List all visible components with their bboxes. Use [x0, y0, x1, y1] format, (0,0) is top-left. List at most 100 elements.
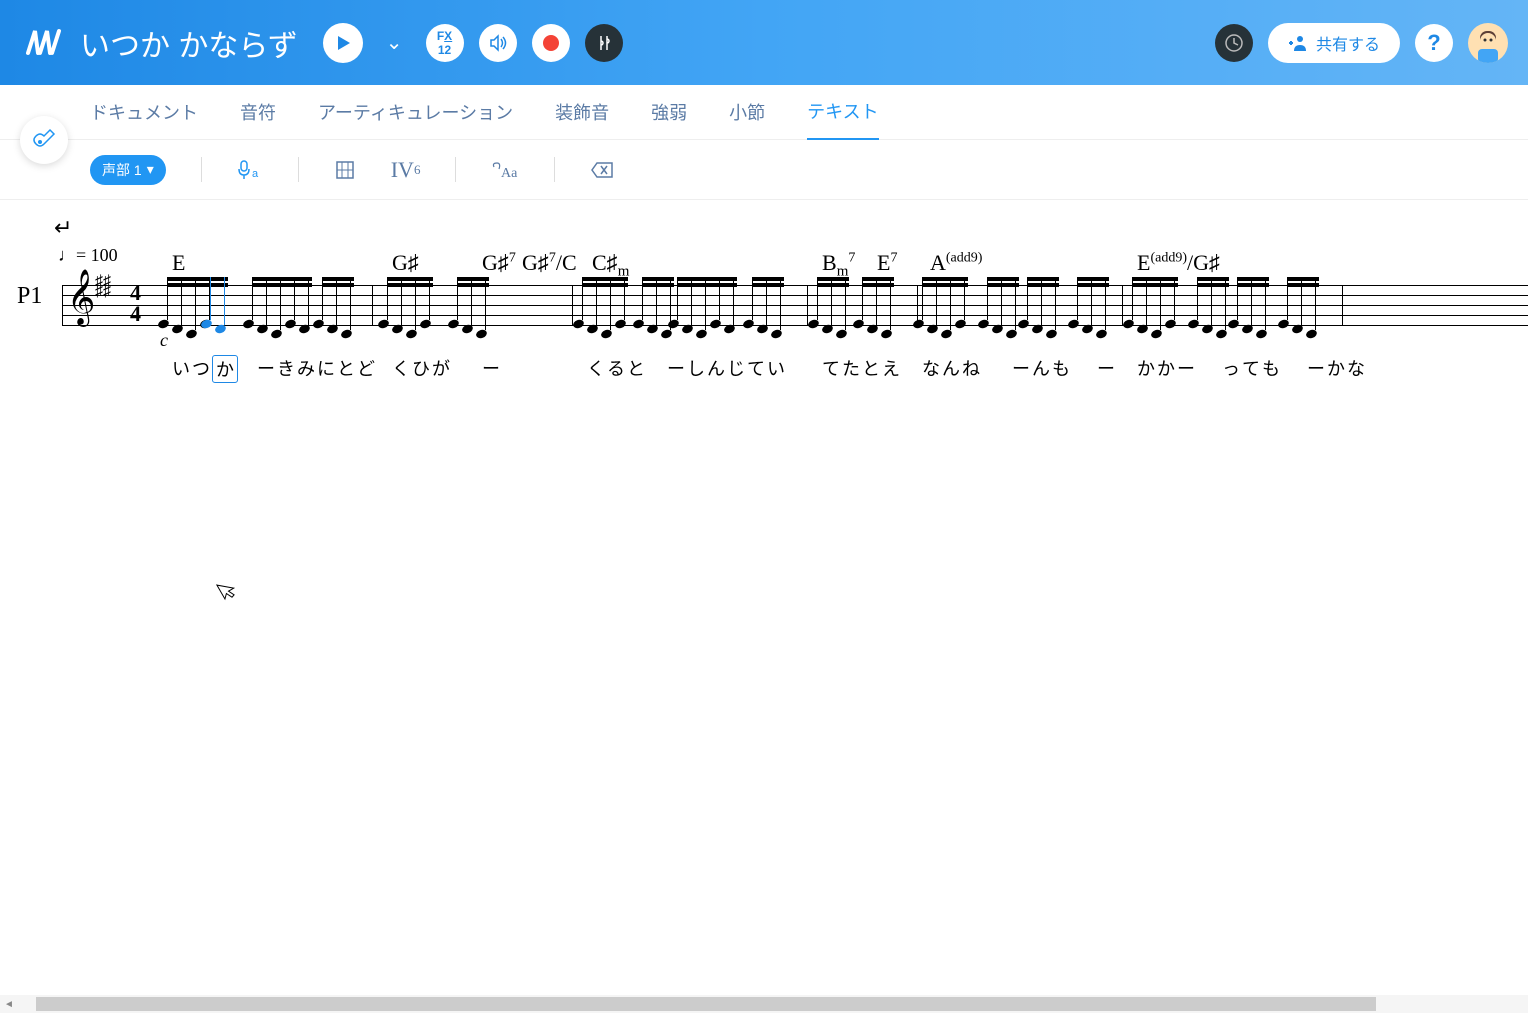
- lyric-syllable[interactable]: い: [767, 355, 785, 381]
- tab-document[interactable]: ドキュメント: [90, 85, 198, 139]
- lyric-syllable[interactable]: つ: [192, 355, 210, 381]
- backspace-icon: [590, 160, 614, 180]
- tuner-button[interactable]: [585, 24, 623, 62]
- chord-symbol[interactable]: C♯m: [592, 250, 629, 280]
- lyric-syllable[interactable]: ー: [482, 355, 500, 381]
- scroll-left-arrow[interactable]: ◄: [0, 995, 18, 1013]
- fx-icon: FX12: [437, 29, 452, 57]
- play-button[interactable]: [323, 23, 363, 63]
- lyric-syllable[interactable]: ひ: [412, 355, 430, 381]
- lyric-syllable[interactable]: か: [1137, 355, 1155, 381]
- tab-text[interactable]: テキスト: [807, 84, 878, 140]
- lyric-syllable[interactable]: く: [587, 355, 605, 381]
- lyric-syllable[interactable]: も: [1052, 355, 1070, 381]
- lyric-syllable[interactable]: な: [922, 355, 940, 381]
- lyric-syllable[interactable]: き: [277, 355, 295, 381]
- barline[interactable]: [62, 285, 63, 325]
- part-label[interactable]: P1: [17, 283, 42, 310]
- lyric-syllable[interactable]: ー: [1307, 355, 1325, 381]
- barline[interactable]: [1342, 285, 1343, 325]
- chord-symbol[interactable]: E(add9)/G♯: [1137, 250, 1220, 276]
- lyric-syllable[interactable]: か: [212, 355, 238, 383]
- audio-button[interactable]: [479, 24, 517, 62]
- chord-symbol[interactable]: A(add9): [930, 250, 982, 276]
- chord-symbol[interactable]: E: [172, 250, 185, 276]
- help-button[interactable]: ?: [1415, 24, 1453, 62]
- lyric-syllable[interactable]: に: [317, 355, 335, 381]
- lyric-syllable[interactable]: え: [882, 355, 900, 381]
- tab-ornament[interactable]: 装飾音: [555, 85, 609, 139]
- lyric-syllable[interactable]: く: [392, 355, 410, 381]
- separator: [554, 157, 555, 182]
- chord-symbol[interactable]: G♯7/C: [522, 250, 577, 276]
- lyric-syllable[interactable]: る: [607, 355, 625, 381]
- text-style-tool[interactable]: Aa: [491, 159, 519, 181]
- lyric-syllable[interactable]: な: [1347, 355, 1365, 381]
- lyric-syllable[interactable]: て: [747, 355, 765, 381]
- scroll-thumb[interactable]: [36, 997, 1376, 1011]
- lyric-syllable[interactable]: か: [1327, 355, 1345, 381]
- lyric-syllable[interactable]: ど: [357, 355, 375, 381]
- chord-tool[interactable]: [334, 159, 356, 181]
- history-button[interactable]: [1215, 24, 1253, 62]
- horizontal-scrollbar[interactable]: ◄: [0, 995, 1528, 1013]
- barline[interactable]: [1122, 285, 1123, 325]
- tab-measure[interactable]: 小節: [729, 85, 765, 139]
- time-signature: 4 4: [130, 283, 141, 325]
- lyric-syllable[interactable]: ー: [1097, 355, 1115, 381]
- chord-symbol[interactable]: Bm7: [822, 250, 855, 280]
- lyric-syllable[interactable]: ー: [1012, 355, 1030, 381]
- share-button[interactable]: 共有する: [1268, 23, 1400, 63]
- record-button[interactable]: [532, 24, 570, 62]
- share-label: 共有する: [1316, 31, 1380, 55]
- barline[interactable]: [807, 285, 808, 325]
- lyric-syllable[interactable]: と: [337, 355, 355, 381]
- lyric-syllable[interactable]: ー: [257, 355, 275, 381]
- lyric-syllable[interactable]: ー: [1177, 355, 1195, 381]
- key-signature: ♯♯♯♯: [95, 277, 111, 296]
- tab-articulation[interactable]: アーティキュレーション: [318, 85, 513, 139]
- lyric-syllable[interactable]: が: [432, 355, 450, 381]
- lyric-syllable[interactable]: ん: [707, 355, 725, 381]
- lyric-syllable[interactable]: と: [627, 355, 645, 381]
- chord-symbol[interactable]: G♯7: [482, 250, 516, 276]
- score-canvas[interactable]: ↵ ♩= 100 P1 𝄞 ♯♯♯♯ 4 4 c EG♯G♯7G♯7/CC♯mB…: [0, 200, 1528, 940]
- fx-button[interactable]: FX12: [426, 24, 464, 62]
- lyric-syllable[interactable]: も: [1262, 355, 1280, 381]
- lyric-syllable[interactable]: て: [1242, 355, 1260, 381]
- lyric-syllable[interactable]: し: [687, 355, 705, 381]
- lyric-syllable[interactable]: み: [297, 355, 315, 381]
- voice-selector[interactable]: 声部 1 ▾: [90, 155, 166, 185]
- app-logo[interactable]: [20, 20, 65, 65]
- tab-note[interactable]: 音符: [240, 85, 276, 139]
- instrument-button[interactable]: [20, 116, 68, 164]
- tuner-icon: [594, 33, 614, 53]
- lyric-syllable[interactable]: じ: [727, 355, 745, 381]
- barline[interactable]: [372, 285, 373, 325]
- lyric-syllable[interactable]: い: [172, 355, 190, 381]
- lyric-syllable[interactable]: て: [822, 355, 840, 381]
- lyric-syllable[interactable]: っ: [1222, 355, 1240, 381]
- play-dropdown[interactable]: ⌄: [386, 30, 403, 55]
- lyric-syllable[interactable]: ん: [1032, 355, 1050, 381]
- tabs-bar: ドキュメント 音符 アーティキュレーション 装飾音 強弱 小節 テキスト: [0, 85, 1528, 140]
- chord-symbol[interactable]: G♯: [392, 250, 419, 276]
- tab-dynamics[interactable]: 強弱: [651, 85, 687, 139]
- dynamic-marking[interactable]: c: [160, 330, 168, 351]
- user-avatar[interactable]: [1468, 23, 1508, 63]
- lyric-syllable[interactable]: た: [842, 355, 860, 381]
- lyric-syllable[interactable]: ー: [667, 355, 685, 381]
- barline[interactable]: [572, 285, 573, 325]
- chord-symbol[interactable]: E7: [877, 250, 897, 276]
- staff-lines: [62, 285, 1528, 335]
- lyric-syllable[interactable]: ね: [962, 355, 980, 381]
- tempo-marking[interactable]: ♩= 100: [58, 245, 118, 266]
- delete-tool[interactable]: [590, 160, 614, 180]
- document-title[interactable]: いつか かならず: [80, 21, 298, 65]
- avatar-icon: [1468, 23, 1508, 63]
- lyric-syllable[interactable]: か: [1157, 355, 1175, 381]
- lyrics-tool[interactable]: a: [237, 159, 263, 181]
- lyric-syllable[interactable]: と: [862, 355, 880, 381]
- roman-numeral-tool[interactable]: IV6: [391, 157, 421, 183]
- lyric-syllable[interactable]: ん: [942, 355, 960, 381]
